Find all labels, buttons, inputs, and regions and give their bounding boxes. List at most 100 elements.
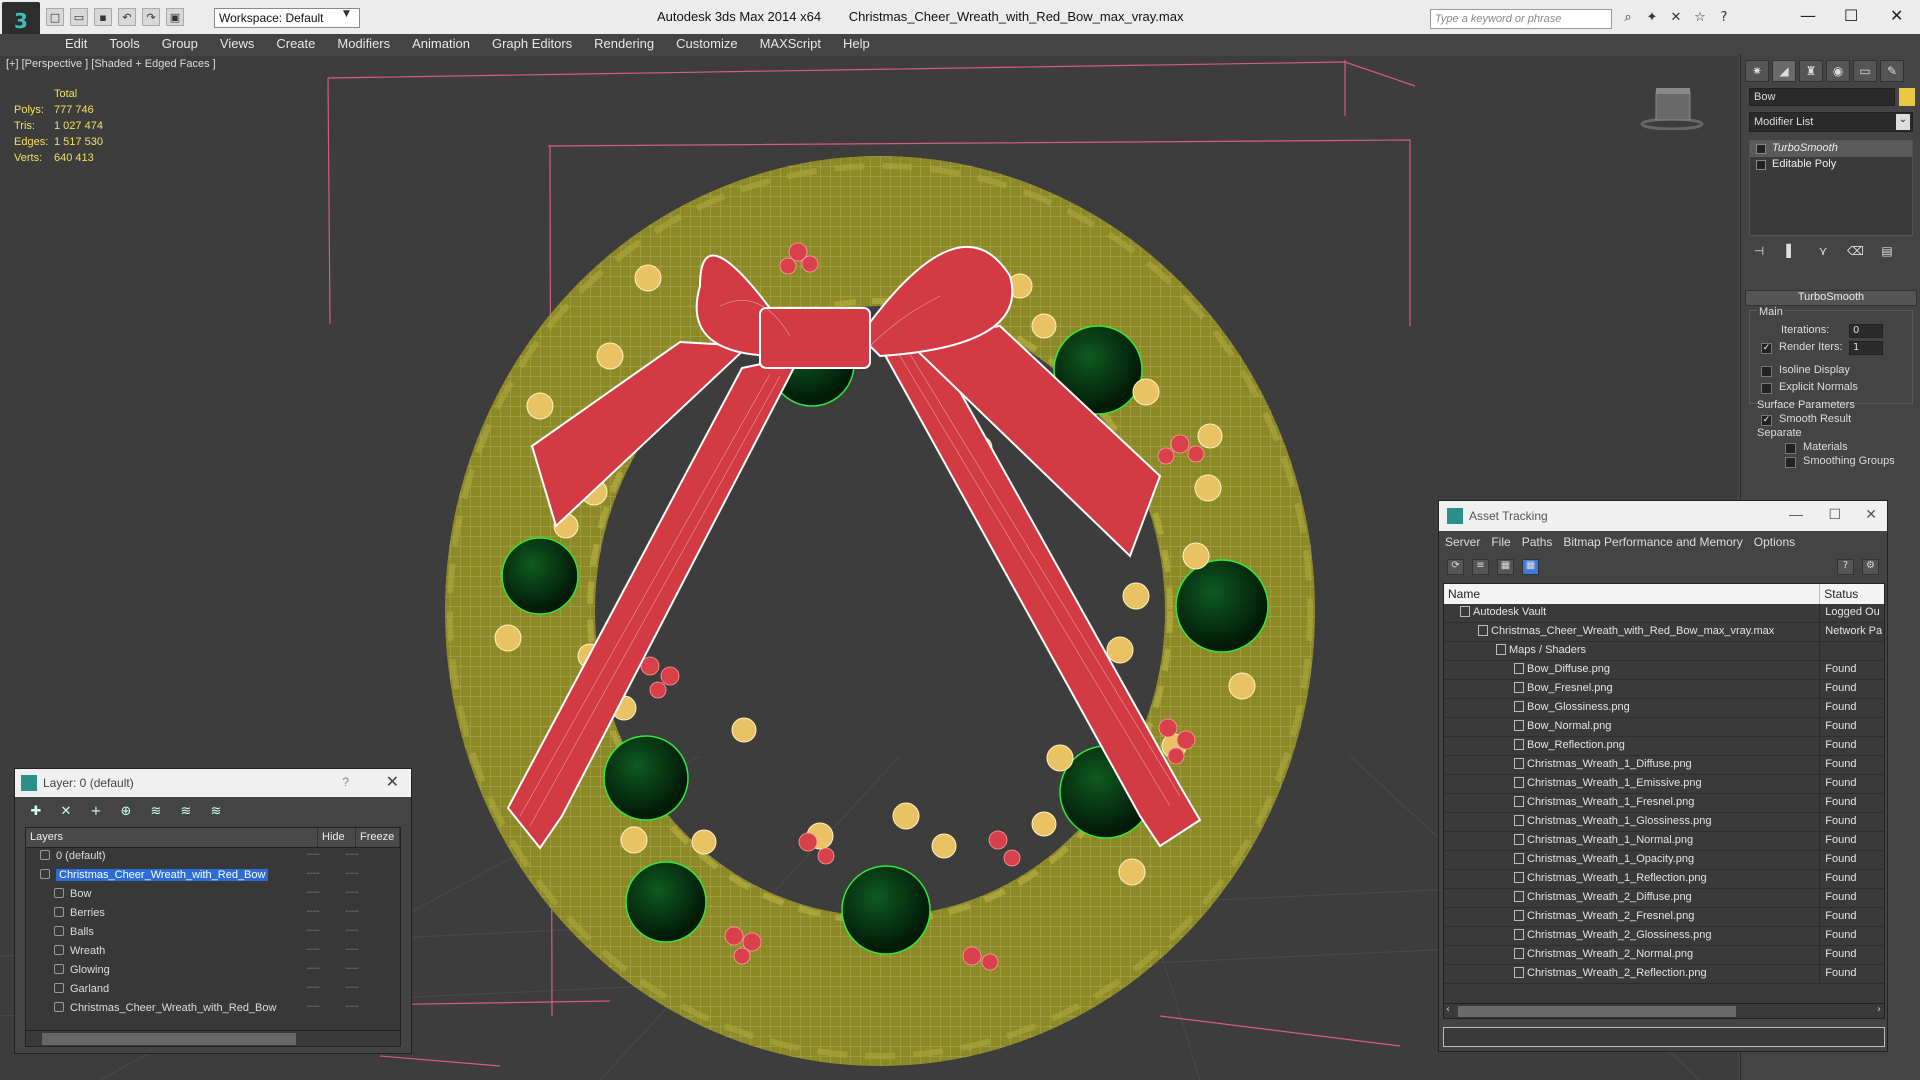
add-selection-icon[interactable]: + [87, 804, 105, 820]
turbosmooth-rollout-header[interactable]: TurboSmooth [1745, 290, 1917, 306]
create-layer-icon[interactable]: ✚ [27, 804, 45, 820]
save-icon[interactable]: ▪ [94, 8, 112, 26]
help-icon[interactable]: ? [1837, 559, 1854, 575]
menu-paths[interactable]: Paths [1522, 535, 1553, 553]
menu-graph-editors[interactable]: Graph Editors [481, 34, 583, 54]
favorites-star-icon[interactable]: ☆ [1692, 10, 1708, 26]
layer-row[interactable]: Garland ╌╌ ╌╌ [26, 981, 400, 1000]
stack-item-editable-poly[interactable]: Editable Poly [1750, 157, 1912, 173]
minimize-icon[interactable]: — [1789, 506, 1803, 522]
layer-row[interactable]: Wreath ╌╌ ╌╌ [26, 943, 400, 962]
menu-animation[interactable]: Animation [401, 34, 481, 54]
freeze-all-icon[interactable]: ≋ [207, 804, 225, 820]
binoculars-icon[interactable]: ⌕ [1620, 10, 1636, 26]
hide-toggle[interactable]: ╌╌ [294, 905, 332, 924]
column-status[interactable]: Status [1820, 584, 1884, 604]
explicit-normals-checkbox[interactable] [1761, 383, 1772, 394]
asset-row[interactable]: Christmas_Wreath_1_Normal.png Found [1444, 832, 1884, 851]
motion-tab-icon[interactable]: ◉ [1826, 60, 1850, 82]
asset-row[interactable]: Christmas_Wreath_2_Fresnel.png Found [1444, 908, 1884, 927]
menu-customize[interactable]: Customize [665, 34, 748, 54]
scrollbar-thumb[interactable] [42, 1033, 296, 1045]
asset-tracking-titlebar[interactable]: Asset Tracking — ☐ ✕ [1439, 501, 1887, 531]
column-hide[interactable]: Hide [318, 828, 356, 847]
delete-layer-icon[interactable]: ✕ [57, 804, 75, 820]
hide-toggle[interactable]: ╌╌ [294, 943, 332, 962]
close-icon[interactable]: ✕ [1890, 6, 1903, 25]
column-layers[interactable]: Layers [26, 828, 318, 847]
modify-tab-icon[interactable]: ◢ [1772, 60, 1796, 82]
scroll-left-icon[interactable]: ‹ [1446, 1004, 1450, 1015]
asset-row[interactable]: Bow_Fresnel.png Found [1444, 680, 1884, 699]
freeze-toggle[interactable]: ╌╌ [332, 962, 372, 981]
help-icon[interactable]: ? [1716, 10, 1732, 26]
asset-row[interactable]: Bow_Diffuse.png Found [1444, 661, 1884, 680]
column-freeze[interactable]: Freeze [356, 828, 400, 847]
asset-row[interactable]: Christmas_Wreath_2_Normal.png Found [1444, 946, 1884, 965]
menu-server[interactable]: Server [1445, 535, 1480, 553]
display-tab-icon[interactable]: ▭ [1853, 60, 1877, 82]
close-icon[interactable]: ✕ [1865, 506, 1877, 523]
object-name-field[interactable]: Bow [1749, 88, 1895, 106]
communication-icon[interactable]: ✦ [1644, 10, 1660, 26]
menu-tools[interactable]: Tools [98, 34, 150, 54]
list-view-icon[interactable]: ≡ [1472, 559, 1489, 575]
menu-group[interactable]: Group [151, 34, 209, 54]
search-input[interactable]: Type a keyword or phrase [1430, 9, 1612, 29]
chevron-down-icon[interactable]: ▼ [343, 9, 350, 19]
asset-row[interactable]: Autodesk Vault Logged Ou [1444, 604, 1884, 623]
highlight-layer-icon[interactable]: ≋ [147, 804, 165, 820]
hide-toggle[interactable]: ╌╌ [294, 1000, 332, 1019]
hide-toggle[interactable]: ╌╌ [294, 848, 332, 867]
render-iters-checkbox[interactable]: ✓ [1761, 343, 1772, 354]
menu-maxscript[interactable]: MAXScript [749, 34, 832, 54]
hide-toggle[interactable]: ╌╌ [294, 886, 332, 905]
asset-row[interactable]: Christmas_Wreath_1_Reflection.png Found [1444, 870, 1884, 889]
asset-row[interactable]: Christmas_Wreath_2_Glossiness.png Found [1444, 927, 1884, 946]
freeze-toggle[interactable]: ╌╌ [332, 867, 372, 886]
asset-row[interactable]: Maps / Shaders [1444, 642, 1884, 661]
open-file-icon[interactable]: ▭ [70, 8, 88, 26]
menu-bitmap-performance[interactable]: Bitmap Performance and Memory [1563, 535, 1742, 553]
modifier-list-dropdown[interactable]: Modifier List ⌄ [1749, 112, 1913, 132]
refresh-icon[interactable]: ⟳ [1447, 559, 1464, 575]
layer-row[interactable]: Christmas_Cheer_Wreath_with_Red_Bow ╌╌ ╌╌ [26, 867, 400, 886]
asset-row[interactable]: Christmas_Wreath_2_Diffuse.png Found [1444, 889, 1884, 908]
pin-stack-icon[interactable]: ⊣ [1751, 244, 1767, 262]
layer-row[interactable]: Bow ╌╌ ╌╌ [26, 886, 400, 905]
create-tab-icon[interactable]: ✷ [1745, 60, 1769, 82]
hide-all-icon[interactable]: ≋ [177, 804, 195, 820]
asset-row[interactable]: Bow_Glossiness.png Found [1444, 699, 1884, 718]
hide-toggle[interactable]: ╌╌ [294, 867, 332, 886]
workspace-dropdown[interactable]: Workspace: Default [214, 8, 360, 28]
materials-checkbox[interactable] [1785, 443, 1796, 454]
project-folder-icon[interactable]: ▣ [166, 8, 184, 26]
wreath-model[interactable] [445, 156, 1315, 1066]
asset-row[interactable]: Christmas_Wreath_1_Diffuse.png Found [1444, 756, 1884, 775]
freeze-toggle[interactable]: ╌╌ [332, 943, 372, 962]
settings-icon[interactable]: ⚙ [1862, 559, 1879, 575]
layer-row[interactable]: Glowing ╌╌ ╌╌ [26, 962, 400, 981]
asset-row[interactable]: Christmas_Wreath_1_Fresnel.png Found [1444, 794, 1884, 813]
menu-rendering[interactable]: Rendering [583, 34, 665, 54]
menu-help[interactable]: Help [832, 34, 881, 54]
object-color-swatch[interactable] [1899, 88, 1915, 106]
hierarchy-tab-icon[interactable]: ♜ [1799, 60, 1823, 82]
select-objects-icon[interactable]: ⊕ [117, 804, 135, 820]
freeze-toggle[interactable]: ╌╌ [332, 981, 372, 1000]
layer-window-titlebar[interactable]: Layer: 0 (default) ? ✕ [15, 769, 411, 797]
horizontal-scrollbar[interactable]: ‹ › [1443, 1003, 1885, 1019]
maximize-icon[interactable]: ☐ [1844, 6, 1858, 25]
show-end-result-icon[interactable]: ▌ [1783, 244, 1799, 262]
configure-sets-icon[interactable]: ▤ [1879, 244, 1895, 262]
layer-row[interactable]: Christmas_Cheer_Wreath_with_Red_Bow ╌╌ ╌╌ [26, 1000, 400, 1019]
column-name[interactable]: Name [1444, 584, 1821, 604]
help-icon[interactable]: ? [342, 775, 349, 789]
hide-toggle[interactable]: ╌╌ [294, 924, 332, 943]
smoothing-groups-checkbox[interactable] [1785, 457, 1796, 468]
chevron-down-icon[interactable]: ⌄ [1896, 114, 1910, 130]
horizontal-scrollbar[interactable] [26, 1030, 400, 1046]
freeze-toggle[interactable]: ╌╌ [332, 886, 372, 905]
asset-status-field[interactable] [1443, 1027, 1885, 1047]
maximize-icon[interactable]: ☐ [1828, 506, 1841, 523]
